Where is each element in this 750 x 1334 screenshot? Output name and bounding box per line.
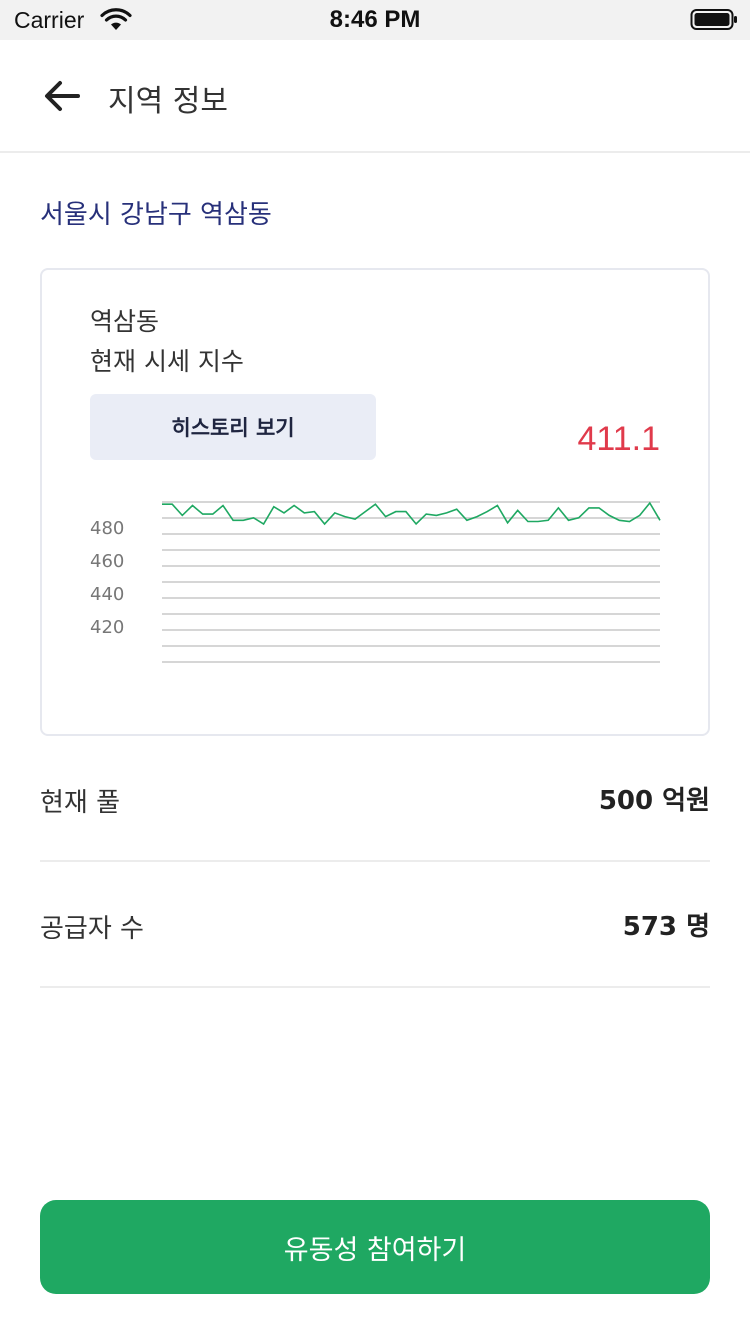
join-liquidity-button[interactable]: 유동성 참여하기 (40, 1200, 710, 1294)
index-chart: 480 460 440 420 (90, 501, 661, 663)
nav-bar: 지역 정보 (0, 40, 750, 153)
pool-value: 500 억원 (598, 786, 710, 816)
y-tick-label: 420 (90, 617, 124, 638)
battery-icon (690, 9, 737, 30)
page-title: 지역 정보 (108, 84, 228, 119)
y-tick-label: 460 (90, 551, 124, 572)
back-arrow-icon[interactable] (42, 78, 82, 114)
card-district: 역삼동 (90, 307, 160, 336)
supplier-row: 공급자 수 573 명 (40, 864, 710, 988)
supplier-value: 573 명 (622, 912, 710, 942)
history-button[interactable]: 히스토리 보기 (90, 394, 376, 460)
index-series-line (162, 501, 661, 526)
clock: 8:46 PM (329, 6, 421, 33)
region-name: 서울시 강남구 역삼동 (40, 200, 272, 230)
index-card: 역삼동 현재 시세 지수 히스토리 보기 411.1 480 460 440 420 (40, 268, 710, 736)
current-index-value: 411.1 (577, 420, 660, 458)
y-tick-label: 440 (90, 584, 124, 605)
y-tick-label: 480 (90, 518, 124, 539)
supplier-label: 공급자 수 (40, 914, 144, 944)
pool-label: 현재 풀 (40, 788, 121, 818)
pool-row: 현재 풀 500 억원 (40, 738, 710, 862)
card-subtitle: 현재 시세 지수 (90, 347, 244, 376)
status-bar: Carrier 8:46 PM (0, 0, 750, 40)
